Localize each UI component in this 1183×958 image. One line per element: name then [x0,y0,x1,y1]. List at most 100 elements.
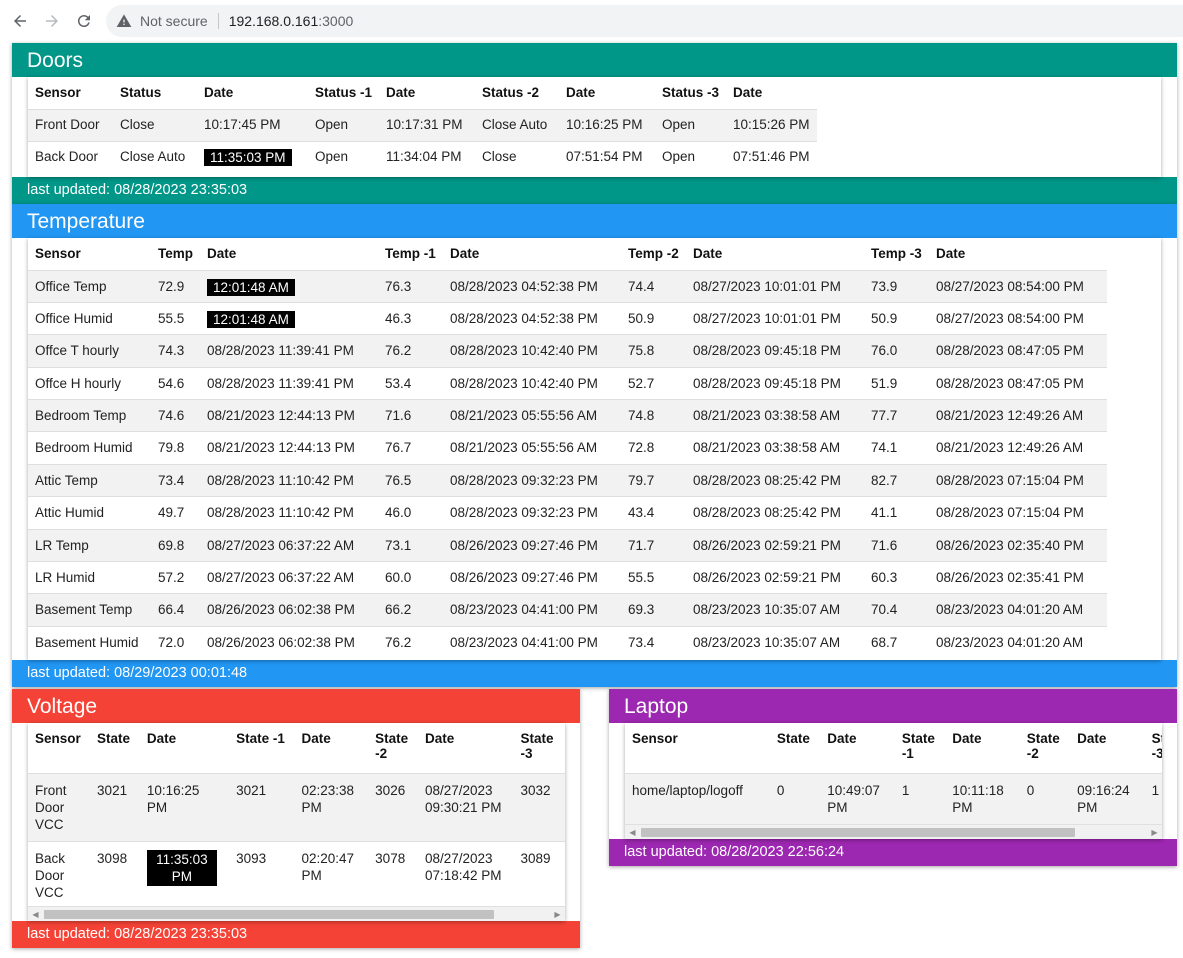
recent-date-highlight: 11:35:03 PM [204,148,292,166]
table-cell: 02:20:47 PM [301,850,355,883]
column-header: Date [450,246,480,261]
table-cell: 49.7 [158,505,185,521]
table-cell: 08/26/2023 06:02:38 PM [207,634,355,650]
table-cell: 51.9 [871,375,898,391]
table-row: Bedroom Humid 79.8 08/21/2023 12:44:13 PM 7… [28,431,1108,464]
voltage-card-title: Voltage [12,689,580,723]
scrollbar-thumb[interactable] [44,910,494,919]
table-cell: 08/27/2023 02:10:05 PM [563,841,565,909]
column-header: Date [827,731,857,746]
table-cell: 08/28/2023 08:25:42 PM [693,472,841,488]
header-row: Sensor State Date State -1 Date State -2 Date S… [625,723,1162,773]
warning-triangle-icon[interactable] [116,13,132,29]
table-cell: 08/26/2023 02:59:21 PM [693,570,841,586]
table-cell: Close [482,148,517,164]
url-text[interactable]: 192.168.0.161:3000 [229,13,354,29]
table-cell: 0 [776,782,785,798]
url-port: :3000 [318,13,354,29]
table-cell: 09:16:24 PM [1077,782,1130,815]
table-cell: 73.4 [628,634,655,650]
table-row: LR Humid 57.2 08/27/2023 06:37:22 AM 60.0 08… [28,561,1108,594]
table-cell: Basement Temp [35,602,133,618]
table-cell: Basement Humid [35,634,139,650]
table-cell: 08/28/2023 10:42:40 PM [450,343,598,359]
table-cell: 08/21/2023 12:44:13 PM [207,440,355,456]
table-cell: 74.8 [628,408,655,424]
table-cell: 50.9 [628,310,655,326]
table-cell: Close [120,116,155,132]
table-cell: 71.6 [385,408,412,424]
laptop-card: Laptop Sensor State Date State -1 Date State … [609,689,1177,866]
table-cell: 10:17:31 PM [386,116,463,132]
table-cell: 77.7 [871,408,898,424]
table-cell: 57.2 [158,570,185,586]
temperature-card-title: Temperature [12,204,1177,238]
table-cell: 55.5 [628,570,655,586]
table-row: Attic Humid 49.7 08/28/2023 11:10:42 PM 46.… [28,496,1108,529]
table-cell: 52.7 [628,375,655,391]
table-cell: LR Humid [35,570,96,586]
table-cell: 3032 [520,782,551,798]
column-header: State [97,731,131,746]
table-row: Back Door VCC 3098 11:35:03 PM 3093 02:20:47… [28,841,565,909]
table-cell: 10:15:26 PM [733,116,810,132]
table-cell: Offce T hourly [35,343,120,359]
table-cell: 3078 [375,850,406,866]
table-cell: Back Door VCC [35,850,66,900]
table-cell: 73.4 [158,472,185,488]
scroll-right-arrow-icon[interactable]: ▶ [1147,825,1162,839]
voltage-table-container: Sensor State Date State -1 Date State -2 Date S… [28,723,565,921]
column-header: Date [693,246,723,261]
table-cell: 3021 [236,782,267,798]
forward-arrow-icon[interactable] [40,9,64,33]
table-cell: 08/26/2023 09:27:46 PM [450,570,598,586]
table-cell: 3089 [520,850,551,866]
table-cell: Office Humid [35,310,113,326]
table-cell: 60.0 [385,570,412,586]
laptop-horizontal-scrollbar[interactable]: ◀ ▶ [625,824,1162,839]
back-arrow-icon[interactable] [8,9,32,33]
table-cell: 75.8 [628,343,655,359]
table-cell: Attic Humid [35,505,105,521]
table-cell: 08/21/2023 05:55:56 AM [450,408,598,424]
browser-toolbar: Not secure 192.168.0.161:3000 [0,0,1183,42]
column-header: Date [207,246,237,261]
scroll-left-arrow-icon[interactable]: ◀ [625,825,640,839]
recent-date-highlight: 11:35:03 PM [146,849,217,886]
address-bar[interactable]: Not secure 192.168.0.161:3000 [106,5,1183,37]
table-cell: 08/27/2023 06:37:22 AM [207,570,355,586]
table-row: Office Temp 72.9 12:01:48 AM 76.3 08/28/2023… [28,270,1108,303]
table-cell: 08/28/2023 04:52:38 PM [450,310,598,326]
column-header: Temp -3 [871,246,922,261]
table-cell: 1 [901,782,910,798]
table-cell: 72.8 [628,440,655,456]
voltage-horizontal-scrollbar[interactable]: ◀ ▶ [28,906,565,921]
table-cell: 46.0 [385,505,412,521]
column-header: Date [146,731,177,746]
scroll-left-arrow-icon[interactable]: ◀ [28,907,43,921]
scroll-right-arrow-icon[interactable]: ▶ [550,907,565,921]
table-cell: 43.4 [628,505,655,521]
table-cell: 08/28/2023 11:10:42 PM [207,472,354,488]
table-cell: 50.9 [871,310,898,326]
table-cell: 08/28/2023 07:15:04 PM [936,472,1084,488]
column-header: Date [301,731,331,746]
scrollbar-thumb[interactable] [641,828,1075,837]
table-cell: 08/23/2023 10:35:07 AM [693,634,841,650]
table-cell: 08/28/2023 07:15:04 PM [936,505,1084,521]
table-cell: Front Door VCC [35,782,67,832]
column-header: State -1 [901,731,935,761]
table-cell: 66.2 [385,602,412,618]
column-header: State -2 [1026,731,1060,761]
table-cell: 3021 [97,782,128,798]
recent-date-highlight: 12:01:48 AM [207,278,295,296]
reload-icon[interactable] [72,9,96,33]
table-cell: Close Auto [482,116,548,132]
column-header: Date [952,731,982,746]
table-cell: 69.8 [158,537,185,553]
table-cell: 74.4 [628,278,655,294]
table-cell: 76.7 [385,440,412,456]
table-cell: 54.6 [158,375,185,391]
security-label[interactable]: Not secure [140,13,208,29]
table-row: Attic Temp 73.4 08/28/2023 11:10:42 PM 76.5… [28,464,1108,497]
